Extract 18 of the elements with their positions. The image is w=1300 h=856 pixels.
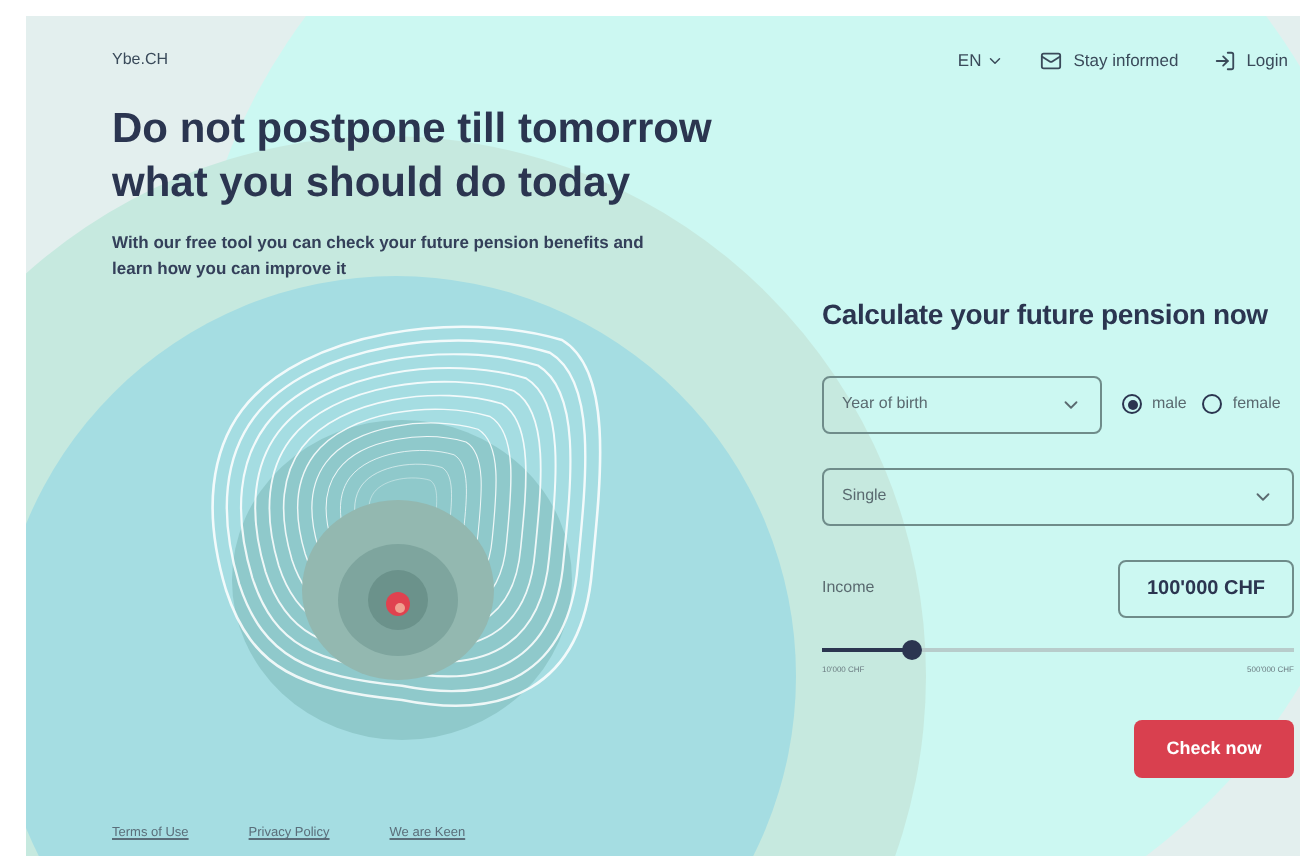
radio-button[interactable]	[1122, 394, 1142, 415]
site-logo: Ybe.CH	[112, 48, 169, 73]
check-now-button[interactable]: Check now	[1134, 719, 1294, 778]
income-value-field[interactable]: 100'000 CHF	[1118, 559, 1294, 618]
mail-icon	[1039, 49, 1062, 72]
login-link[interactable]: Login	[1214, 48, 1288, 74]
year-of-birth-select[interactable]: Year of birth	[822, 375, 1102, 434]
gender-radio[interactable]: female	[1202, 392, 1281, 417]
civil-status-select[interactable]: Single	[822, 467, 1294, 526]
stay-informed-link[interactable]: Stay informed	[1039, 48, 1179, 74]
language-selector[interactable]: EN	[957, 48, 1004, 74]
login-icon	[1214, 49, 1237, 72]
radio-button[interactable]	[1202, 394, 1223, 415]
hero-subtitle: With our free tool you can check your future pension benefits and learn how you can improve it	[112, 229, 646, 282]
calculator-title: Calculate your future pension now	[822, 295, 1270, 334]
income-label: Income	[822, 576, 875, 601]
hero-title: Do not postpone till tomorrow what you should do today	[112, 103, 714, 210]
gender-radio[interactable]: male	[1122, 392, 1187, 417]
